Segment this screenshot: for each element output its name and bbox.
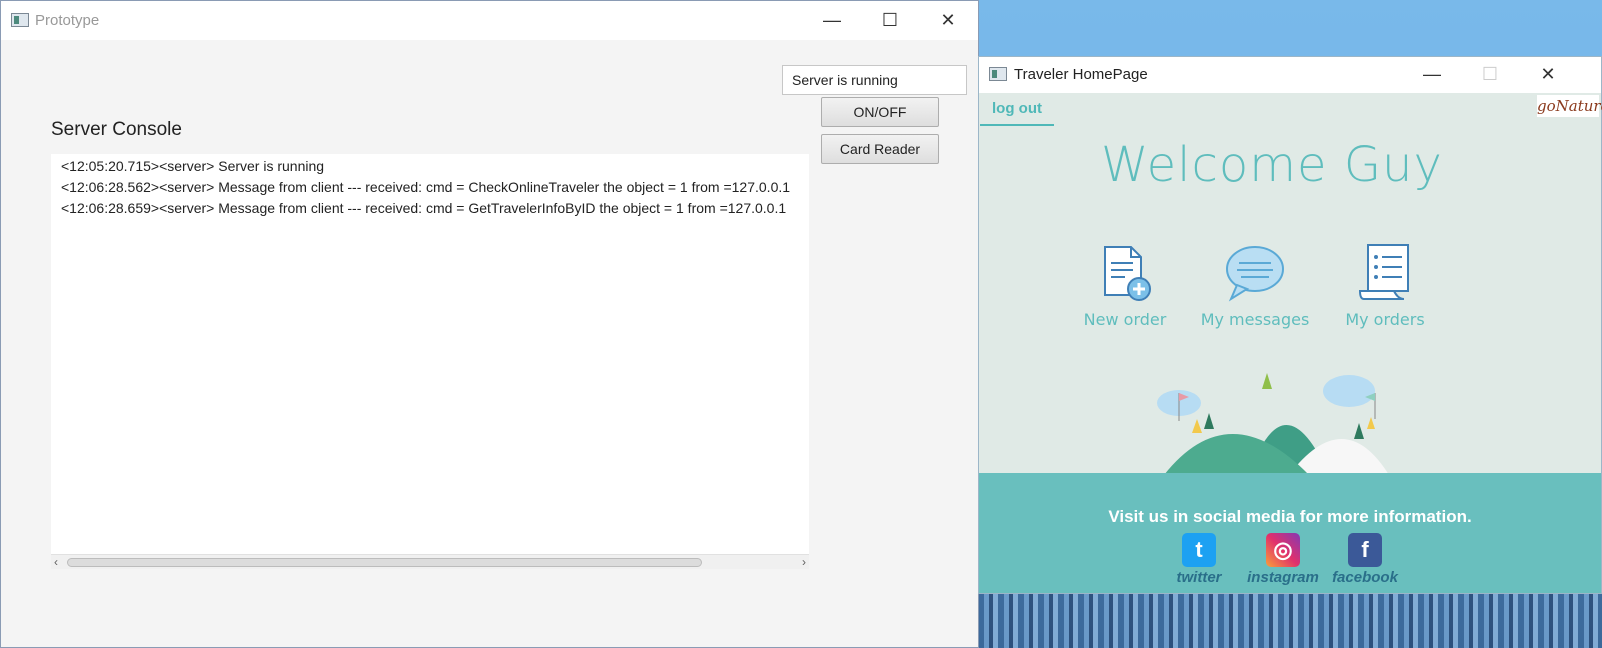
traveler-window: Traveler HomePage — ☐ ✕ log out goNature… [978,56,1602,594]
prototype-window: Prototype — ☐ ✕ Server is running ON/OFF… [0,0,979,648]
welcome-word: Welcome [1101,137,1328,193]
orders-icon [1358,244,1409,300]
app-icon [989,67,1007,81]
desktop-water-texture [978,590,1602,648]
instagram-link[interactable]: ◎ instagram [1243,533,1323,586]
messages-icon [1226,246,1284,302]
social-label: twitter [1176,569,1222,586]
card-reader-button[interactable]: Card Reader [821,134,939,164]
social-label: facebook [1332,569,1398,586]
twitter-link[interactable]: t twitter [1159,533,1239,586]
app-icon [11,13,29,27]
minimize-button[interactable]: — [1409,59,1455,89]
maximize-button[interactable]: ☐ [867,5,913,35]
server-status-field[interactable]: Server is running [782,65,967,95]
my-orders-tile[interactable]: My orders [1325,243,1445,329]
gonature-logo: goNature [1537,95,1602,117]
console-line: <12:06:28.659><server> Message from clie… [61,200,787,216]
maximize-button: ☐ [1481,63,1499,84]
welcome-heading: Welcome Guy [1101,137,1443,193]
scroll-left-icon[interactable]: ‹ [54,555,58,569]
window-title: Traveler HomePage [1014,66,1148,83]
console-horizontal-scrollbar[interactable]: ‹ › [51,554,809,569]
hills-illustration [1157,373,1389,475]
tile-label: My orders [1345,310,1425,329]
minimize-button[interactable]: — [809,5,855,35]
window-title: Prototype [35,12,100,29]
user-name: Guy [1343,137,1443,193]
social-footer: Visit us in social media for more inform… [979,473,1601,593]
server-console[interactable]: <12:05:20.715><server> Server is running… [51,154,809,554]
new-order-tile[interactable]: New order [1065,243,1185,329]
twitter-icon: t [1182,533,1216,567]
social-label: instagram [1247,569,1319,586]
my-messages-tile[interactable]: My messages [1195,243,1315,329]
prototype-titlebar: Prototype — ☐ ✕ [1,1,978,40]
footer-text: Visit us in social media for more inform… [1108,507,1472,526]
tile-label: New order [1083,310,1167,329]
tile-label: My messages [1200,310,1310,329]
close-button[interactable]: ✕ [925,5,971,35]
instagram-icon: ◎ [1266,533,1300,567]
logout-tab[interactable]: log out [980,95,1054,126]
console-title: Server Console [51,119,182,140]
console-line: <12:05:20.715><server> Server is running [61,158,325,174]
traveler-titlebar: Traveler HomePage — ☐ ✕ [979,57,1601,93]
console-line: <12:06:28.562><server> Message from clie… [61,179,791,195]
facebook-link[interactable]: f facebook [1325,533,1405,586]
on-off-button[interactable]: ON/OFF [821,97,939,127]
scroll-right-icon[interactable]: › [802,555,806,569]
new-order-icon [1104,246,1151,301]
facebook-icon: f [1348,533,1382,567]
scrollbar-thumb[interactable] [67,558,702,567]
close-button[interactable]: ✕ [1525,59,1571,89]
